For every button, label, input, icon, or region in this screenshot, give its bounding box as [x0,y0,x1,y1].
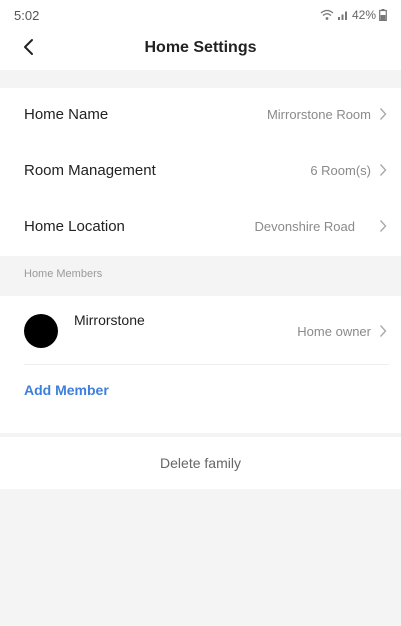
home-name-label: Home Name [24,106,109,123]
home-settings-card: Home Name Mirrorstone Room Room Manageme… [0,88,401,256]
home-location-row[interactable]: Home Location Devonshire Road [0,200,401,256]
room-management-row[interactable]: Room Management 6 Room(s) [0,144,401,200]
avatar [24,314,58,348]
signal-icon [337,11,347,20]
delete-family-card: Delete family [0,437,401,489]
room-count-value: 6 Room(s) [310,163,371,178]
wifi-icon [320,9,334,20]
chevron-right-icon [379,220,387,232]
status-icons: 42% [320,8,387,22]
divider [24,364,389,365]
battery-icon [379,9,387,21]
member-role: Home owner [297,324,371,339]
home-name-row[interactable]: Home Name Mirrorstone Room [0,88,401,144]
home-location-label: Home Location [24,218,125,235]
members-card: Mirrorstone Home owner Add Member [0,296,401,433]
home-name-value: Mirrorstone Room [266,107,371,122]
app-header: Home Settings [0,26,401,70]
page-title: Home Settings [144,39,257,56]
chevron-right-icon [379,164,387,176]
chevron-right-icon [379,325,387,337]
status-bar: 5:02 42% [0,0,401,26]
members-section-header: Home Members [0,256,401,296]
section-label: Home Members [24,268,103,280]
room-management-label: Room Management [24,162,156,179]
home-location-value: Devonshire Road [254,219,355,234]
chevron-right-icon [379,108,387,120]
status-time: 5:02 [14,8,40,23]
delete-family-button[interactable]: Delete family [0,455,401,471]
battery-percent: 42% [351,8,376,22]
member-name: Mirrorstone [74,312,145,328]
member-row[interactable]: Mirrorstone Home owner [0,296,401,364]
add-member-button[interactable]: Add Member [24,382,109,398]
